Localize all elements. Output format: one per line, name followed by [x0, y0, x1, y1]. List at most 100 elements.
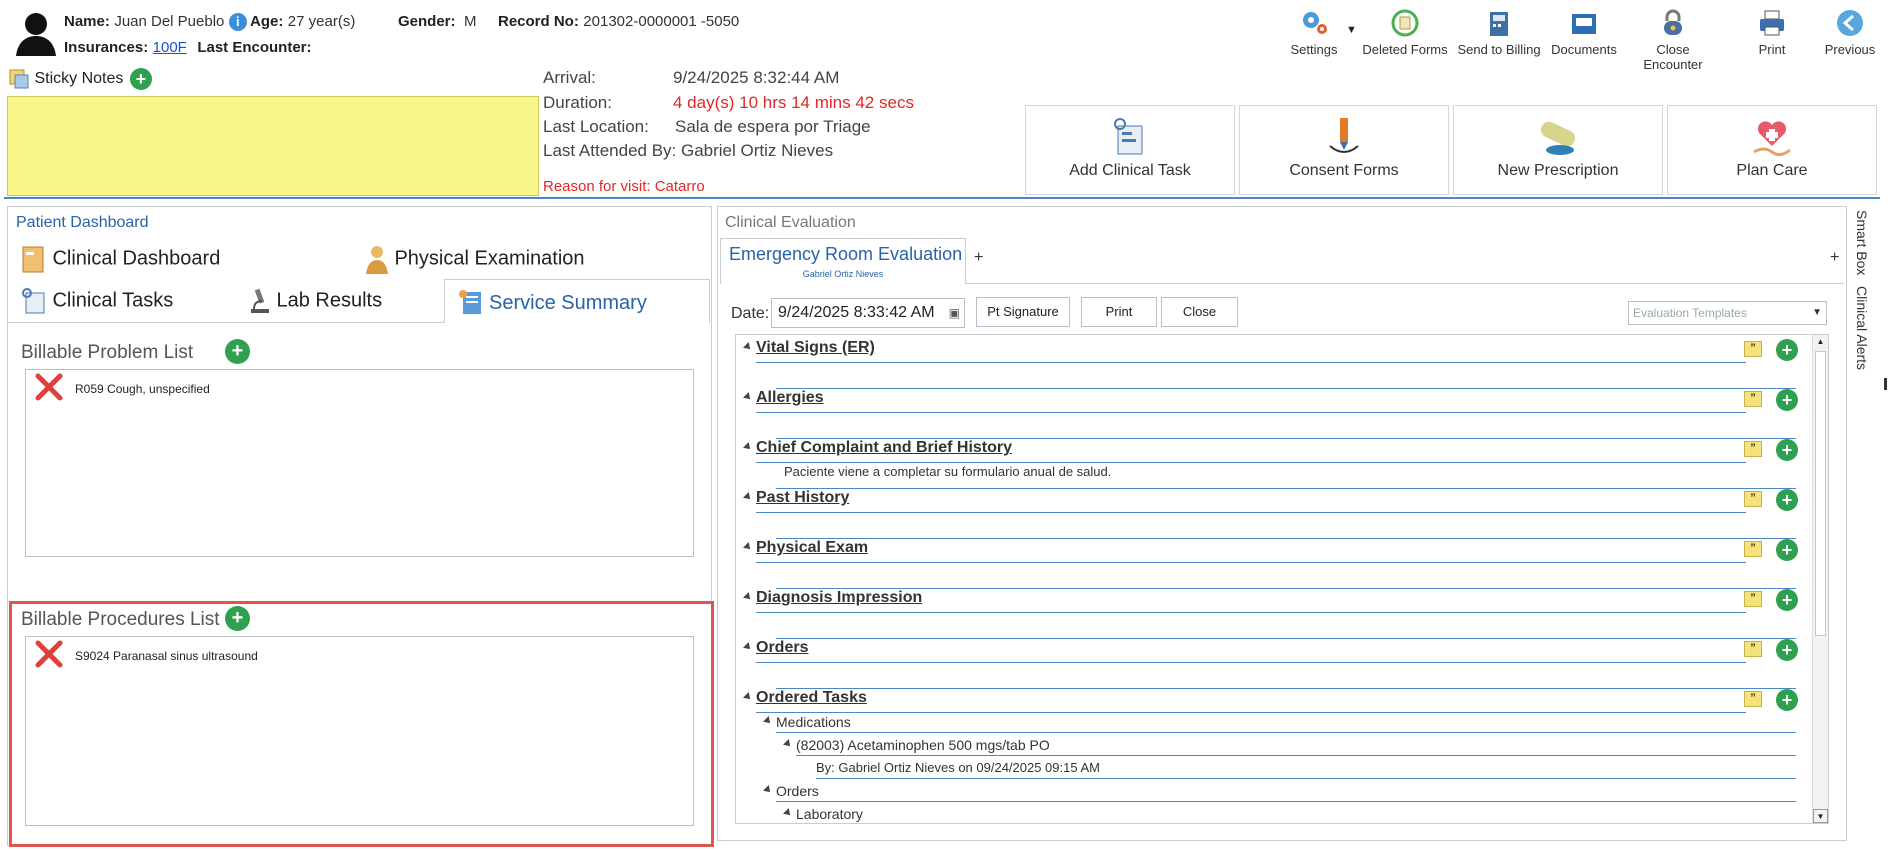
section-orders[interactable]: Orders ” +: [743, 639, 1810, 691]
note-icon[interactable]: ”: [1744, 541, 1762, 557]
section-title[interactable]: Diagnosis Impression: [756, 589, 922, 607]
consent-forms-button[interactable]: Consent Forms: [1239, 105, 1449, 195]
note-icon[interactable]: ”: [1744, 441, 1762, 457]
section-title[interactable]: Vital Signs (ER): [756, 339, 875, 357]
section-vital-signs[interactable]: Vital Signs (ER) ” +: [743, 339, 1810, 391]
medications-collapse-icon[interactable]: [763, 716, 773, 726]
section-chief-complaint[interactable]: Chief Complaint and Brief History Pacien…: [743, 439, 1810, 491]
section-past-history[interactable]: Past History ” +: [743, 489, 1810, 541]
collapse-icon[interactable]: [743, 492, 753, 502]
section-title[interactable]: Orders: [756, 639, 808, 657]
settings-dropdown-icon[interactable]: ▼: [1346, 24, 1357, 36]
tab-physical-examination[interactable]: Physical Examination: [364, 244, 585, 274]
close-encounter-label: Close Encounter: [1643, 42, 1703, 72]
collapse-icon[interactable]: [743, 542, 753, 552]
pt-signature-button[interactable]: Pt Signature: [976, 297, 1070, 327]
section-title[interactable]: Ordered Tasks: [756, 689, 867, 707]
note-icon[interactable]: ”: [1744, 491, 1762, 507]
section-allergies[interactable]: Allergies ” +: [743, 389, 1810, 441]
add-entry-button[interactable]: +: [1776, 689, 1798, 711]
date-input[interactable]: 9/24/2025 8:33:42 AM ▣: [771, 298, 965, 328]
section-title[interactable]: Allergies: [756, 389, 824, 407]
note-icon[interactable]: ”: [1744, 341, 1762, 357]
eval-print-button[interactable]: Print: [1081, 297, 1157, 327]
tab-emergency-room-evaluation[interactable]: Emergency Room Evaluation Gabriel Ortiz …: [720, 238, 966, 284]
plan-care-button[interactable]: Plan Care: [1667, 105, 1877, 195]
previous-button[interactable]: Previous: [1818, 8, 1882, 64]
note-icon[interactable]: ”: [1744, 641, 1762, 657]
sticky-note-area[interactable]: [7, 96, 539, 196]
evaluation-templates-select[interactable]: Evaluation Templates ▼: [1628, 301, 1827, 325]
tab-service-summary[interactable]: Service Summary: [444, 279, 710, 323]
tab-lab-results[interactable]: Lab Results: [248, 287, 382, 315]
remove-problem-icon[interactable]: [34, 372, 64, 402]
add-entry-button[interactable]: +: [1776, 489, 1798, 511]
eval-close-button[interactable]: Close: [1161, 297, 1238, 327]
add-entry-button[interactable]: +: [1776, 339, 1798, 361]
note-icon[interactable]: ”: [1744, 391, 1762, 407]
consent-pen-icon: [1329, 118, 1359, 153]
collapse-icon[interactable]: [743, 342, 753, 352]
new-prescription-button[interactable]: New Prescription: [1453, 105, 1663, 195]
add-entry-button[interactable]: +: [1776, 639, 1798, 661]
settings-button[interactable]: Settings: [1282, 8, 1346, 64]
remove-procedure-icon[interactable]: [34, 639, 64, 669]
medication-item-collapse-icon[interactable]: [783, 739, 793, 749]
medication-item[interactable]: (82003) Acetaminophen 500 mgs/tab PO: [796, 737, 1050, 753]
add-right-tab-button[interactable]: +: [1830, 249, 1839, 267]
procedure-item[interactable]: S9024 Paranasal sinus ultrasound: [75, 649, 258, 663]
tab-clinical-dashboard-label: Clinical Dashboard: [52, 247, 221, 270]
add-problem-button[interactable]: +: [225, 339, 250, 364]
tab-clinical-tasks[interactable]: Clinical Tasks: [20, 287, 173, 315]
send-to-billing-button[interactable]: Send to Billing: [1456, 8, 1542, 64]
print-button[interactable]: Print: [1742, 8, 1802, 64]
collapse-icon[interactable]: [743, 592, 753, 602]
printer-icon: [1760, 10, 1784, 36]
collapse-icon[interactable]: [743, 442, 753, 452]
section-ordered-tasks[interactable]: Ordered Tasks ” + Medications (82003) Ac…: [743, 689, 1810, 822]
collapse-icon[interactable]: [743, 392, 753, 402]
add-entry-button[interactable]: +: [1776, 589, 1798, 611]
tab-lab-results-label: Lab Results: [276, 289, 383, 312]
insurance-row: Insurances: 100F Last Encounter:: [64, 39, 312, 57]
deleted-forms-label: Deleted Forms: [1362, 42, 1448, 57]
add-evaluation-tab-button[interactable]: +: [974, 249, 983, 267]
back-arrow-icon: [1837, 10, 1863, 36]
add-clinical-task-button[interactable]: Add Clinical Task: [1025, 105, 1235, 195]
add-entry-button[interactable]: +: [1776, 539, 1798, 561]
section-title[interactable]: Physical Exam: [756, 539, 868, 557]
calendar-icon[interactable]: ▣: [949, 299, 960, 327]
scroll-down-icon[interactable]: ▼: [1813, 809, 1828, 823]
deleted-forms-button[interactable]: Deleted Forms: [1362, 8, 1448, 64]
patient-dashboard-title: Patient Dashboard: [16, 214, 149, 231]
add-entry-button[interactable]: +: [1776, 389, 1798, 411]
laboratory-collapse-icon[interactable]: [783, 808, 793, 818]
scroll-up-icon[interactable]: ▲: [1813, 335, 1828, 349]
vertical-scrollbar[interactable]: ▲ ▼: [1812, 335, 1828, 823]
medications-label: Medications: [776, 714, 851, 730]
section-diagnosis-impression[interactable]: Diagnosis Impression ” +: [743, 589, 1810, 641]
clinical-alerts-tab[interactable]: Clinical Alerts: [1854, 286, 1870, 370]
record-row: Record No: 201302-0000001 -5050: [498, 13, 739, 31]
note-icon[interactable]: ”: [1744, 591, 1762, 607]
orders-collapse-icon[interactable]: [763, 785, 773, 795]
collapse-icon[interactable]: [743, 692, 753, 702]
section-physical-exam[interactable]: Physical Exam ” +: [743, 539, 1810, 591]
info-icon[interactable]: i: [228, 13, 247, 31]
add-entry-button[interactable]: +: [1776, 439, 1798, 461]
close-encounter-button[interactable]: Close Encounter: [1628, 8, 1718, 72]
name-label: Name:: [64, 13, 110, 31]
tab-clinical-dashboard[interactable]: Clinical Dashboard: [20, 244, 220, 274]
documents-button[interactable]: Documents: [1548, 8, 1620, 64]
section-title[interactable]: Chief Complaint and Brief History: [756, 439, 1012, 457]
patient-gender: M: [463, 13, 477, 30]
insurance-link[interactable]: 100F: [153, 39, 187, 56]
add-sticky-note-button[interactable]: +: [129, 68, 152, 90]
note-icon[interactable]: ”: [1744, 691, 1762, 707]
collapse-icon[interactable]: [743, 642, 753, 652]
smart-box-tab[interactable]: Smart Box: [1854, 210, 1870, 275]
problem-item[interactable]: R059 Cough, unspecified: [75, 382, 210, 396]
add-procedure-button[interactable]: +: [225, 606, 250, 631]
scrollbar-thumb[interactable]: [1815, 351, 1826, 636]
section-title[interactable]: Past History: [756, 489, 849, 507]
